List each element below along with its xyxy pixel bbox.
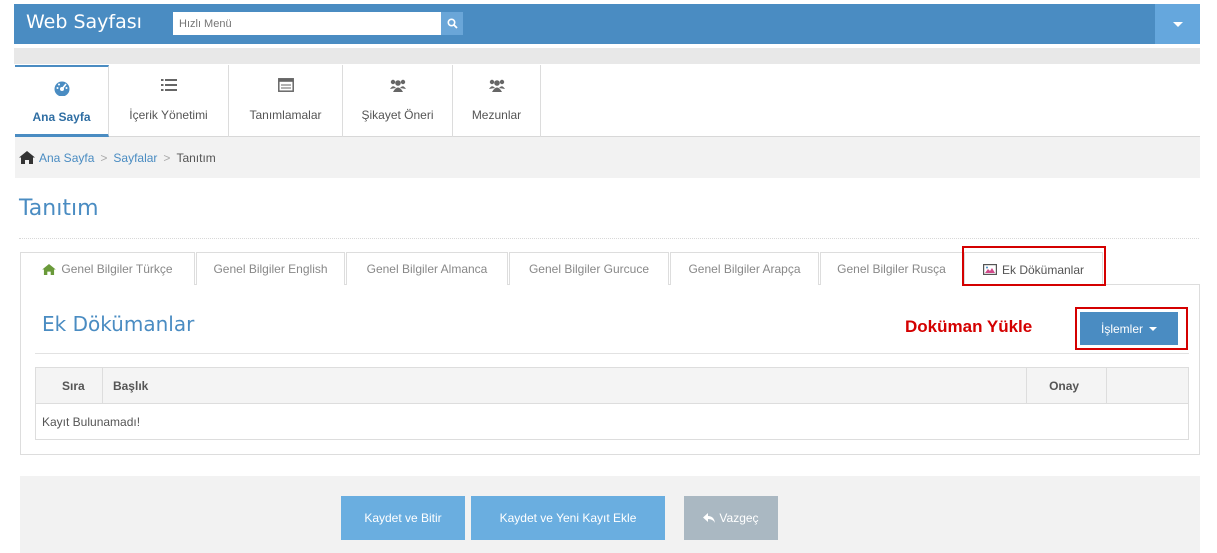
highlight-box-operations	[1075, 307, 1188, 350]
reply-icon	[703, 513, 716, 523]
nav-label: Tanımlamalar	[249, 108, 322, 122]
tab-label: Genel Bilgiler English	[213, 262, 328, 276]
tab-genel-bilgiler-gurcuce[interactable]: Genel Bilgiler Gurcuce	[509, 252, 669, 285]
quick-menu-input[interactable]	[173, 12, 441, 35]
tab-genel-bilgiler-rusca[interactable]: Genel Bilgiler Rusça	[820, 252, 963, 285]
tab-genel-bilgiler-english[interactable]: Genel Bilgiler English	[196, 252, 345, 285]
page-title: Tanıtım	[19, 196, 99, 221]
save-and-add-new-label: Kaydet ve Yeni Kayıt Ekle	[499, 511, 637, 525]
tab-genel-bilgiler-turkce[interactable]: Genel Bilgiler Türkçe	[20, 252, 195, 285]
documents-panel: Ek Dökümanlar Doküman Yükle İşlemler Sır…	[20, 285, 1200, 455]
main-nav: Ana Sayfa İçerik Yönetimi Tanımlamalar Ş…	[15, 65, 1200, 137]
panel-divider	[35, 353, 1189, 354]
tab-genel-bilgiler-almanca[interactable]: Genel Bilgiler Almanca	[346, 252, 508, 285]
nav-item-ana-sayfa[interactable]: Ana Sayfa	[15, 65, 109, 137]
column-header-sira[interactable]: Sıra	[35, 367, 103, 404]
nav-item-icerik-yonetimi[interactable]: İçerik Yönetimi	[109, 65, 229, 137]
tab-label: Genel Bilgiler Gurcuce	[528, 262, 650, 276]
nav-label: İçerik Yönetimi	[129, 108, 208, 122]
caret-down-icon	[1172, 21, 1183, 27]
cancel-label: Vazgeç	[719, 511, 759, 525]
sub-bar	[14, 48, 1200, 64]
documents-table: Sıra Başlık Onay Kayıt Bulunamadı!	[35, 367, 1189, 440]
table-header-row: Sıra Başlık Onay	[35, 367, 1189, 404]
home-icon	[42, 263, 57, 275]
nav-item-sikayet-oneri[interactable]: Şikayet Öneri	[343, 65, 453, 137]
tab-label: Genel Bilgiler Türkçe	[61, 262, 173, 276]
breadcrumb-separator: >	[100, 150, 108, 165]
column-header-onay[interactable]: Onay	[1026, 367, 1108, 404]
column-header-actions	[1106, 367, 1189, 404]
home-icon[interactable]	[19, 151, 35, 164]
tab-label: Genel Bilgiler Almanca	[366, 262, 488, 276]
breadcrumb-home-link[interactable]: Ana Sayfa	[39, 151, 94, 165]
breadcrumb-current: Tanıtım	[176, 150, 216, 165]
table-row: Kayıt Bulunamadı!	[35, 403, 1189, 440]
title-divider	[19, 238, 1199, 239]
nav-item-tanimlamalar[interactable]: Tanımlamalar	[229, 65, 343, 137]
user-menu-button[interactable]	[1155, 4, 1200, 44]
empty-message: Kayıt Bulunamadı!	[35, 403, 1189, 440]
breadcrumb-section-link[interactable]: Sayfalar	[113, 151, 157, 165]
save-and-add-new-button[interactable]: Kaydet ve Yeni Kayıt Ekle	[471, 496, 665, 540]
tab-genel-bilgiler-arapca[interactable]: Genel Bilgiler Arapça	[670, 252, 819, 285]
breadcrumb: Ana Sayfa > Sayfalar > Tanıtım	[15, 137, 1200, 178]
highlight-box-tab	[962, 246, 1106, 286]
upload-annotation: Doküman Yükle	[905, 317, 1033, 336]
save-and-finish-button[interactable]: Kaydet ve Bitir	[341, 496, 465, 540]
panel-title: Ek Dökümanlar	[42, 312, 195, 336]
nav-item-mezunlar[interactable]: Mezunlar	[453, 65, 541, 137]
top-bar: Web Sayfası	[14, 4, 1200, 44]
window-icon	[277, 78, 294, 92]
column-header-baslik[interactable]: Başlık	[102, 367, 1028, 404]
users-icon	[488, 79, 505, 92]
form-footer: Kaydet ve Bitir Kaydet ve Yeni Kayıt Ekl…	[20, 476, 1200, 553]
save-and-finish-label: Kaydet ve Bitir	[364, 511, 442, 525]
search-icon	[446, 18, 458, 29]
brand-title[interactable]: Web Sayfası	[26, 11, 142, 33]
tab-label: Genel Bilgiler Arapça	[688, 262, 801, 276]
cancel-button[interactable]: Vazgeç	[684, 496, 778, 540]
nav-label: Mezunlar	[471, 108, 522, 122]
nav-label: Ana Sayfa	[32, 110, 91, 124]
nav-label: Şikayet Öneri	[361, 108, 434, 122]
users-icon	[389, 79, 406, 92]
search-button[interactable]	[441, 12, 463, 35]
breadcrumb-separator: >	[163, 150, 171, 165]
dashboard-icon	[54, 81, 69, 96]
list-icon	[160, 79, 177, 91]
tab-label: Genel Bilgiler Rusça	[837, 262, 946, 276]
